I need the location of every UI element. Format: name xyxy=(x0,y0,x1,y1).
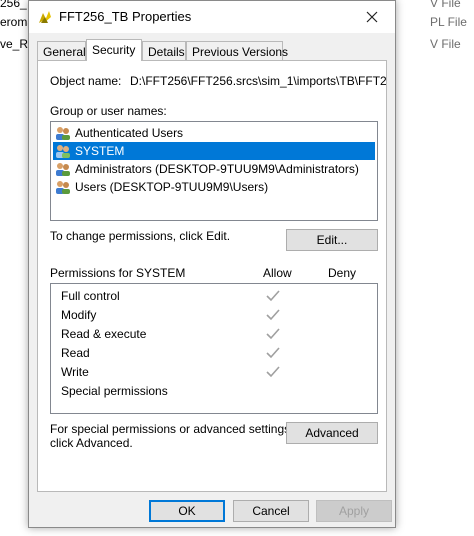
allow-check-icon xyxy=(266,290,280,302)
user-item-users[interactable]: Users (DESKTOP-9TUU9M9\Users) xyxy=(53,178,375,196)
advanced-hint-line-2: click Advanced. xyxy=(50,436,133,450)
properties-dialog: FFT256_TB Properties General Security De… xyxy=(28,0,396,528)
permissions-for-label: Permissions for SYSTEM xyxy=(50,266,186,280)
user-group-icon xyxy=(56,181,70,194)
background-file-name[interactable]: 256_ xyxy=(0,0,27,10)
deny-header: Deny xyxy=(328,266,357,280)
tab-general[interactable]: General xyxy=(37,41,86,60)
permission-row: Special permissions xyxy=(51,382,377,401)
allow-check-icon xyxy=(266,366,280,378)
user-list[interactable]: Authenticated Users SYSTEM Administrator… xyxy=(50,121,378,221)
user-item-system[interactable]: SYSTEM xyxy=(53,142,375,160)
background-file-type: V File xyxy=(430,0,461,10)
title-bar[interactable]: FFT256_TB Properties xyxy=(29,1,395,33)
permission-name: Modify xyxy=(61,308,97,322)
vivado-file-icon xyxy=(39,11,51,23)
allow-header: Allow xyxy=(263,266,292,280)
user-name: Authenticated Users xyxy=(75,126,184,140)
user-name: Users (DESKTOP-9TUU9M9\Users) xyxy=(75,180,269,194)
allow-check-icon xyxy=(266,328,280,340)
object-name-value: D:\FFT256\FFT256.srcs\sim_1\imports\TB\F… xyxy=(130,74,386,88)
permission-row: Read xyxy=(51,344,377,363)
advanced-button[interactable]: Advanced xyxy=(286,422,378,444)
tab-security[interactable]: Security xyxy=(86,39,142,61)
tab-details[interactable]: Details xyxy=(142,41,186,60)
allow-check-icon xyxy=(266,347,280,359)
user-item-authenticated-users[interactable]: Authenticated Users xyxy=(53,124,375,142)
object-name-label: Object name: xyxy=(50,74,122,88)
user-name: Administrators (DESKTOP-9TUU9M9\Administ… xyxy=(75,162,359,176)
edit-button[interactable]: Edit... xyxy=(286,229,378,251)
user-group-icon xyxy=(56,127,70,140)
user-name: SYSTEM xyxy=(75,144,125,158)
background-file-type: PL File xyxy=(430,15,467,29)
dialog-title: FFT256_TB Properties xyxy=(59,9,192,24)
tab-previous-versions[interactable]: Previous Versions xyxy=(186,41,288,60)
security-panel: Object name: D:\FFT256\FFT256.srcs\sim_1… xyxy=(37,60,387,492)
permissions-list: Full control Modify Read & execute Read … xyxy=(50,283,378,414)
user-group-icon xyxy=(56,163,70,176)
close-icon xyxy=(366,11,378,23)
ok-button[interactable]: OK xyxy=(149,500,225,522)
permission-row: Modify xyxy=(51,306,377,325)
advanced-hint-line-1: For special permissions or advanced sett… xyxy=(50,422,294,436)
apply-button[interactable]: Apply xyxy=(316,500,392,522)
permission-row: Write xyxy=(51,363,377,382)
permission-name: Write xyxy=(61,365,89,379)
permission-name: Special permissions xyxy=(61,384,168,398)
allow-check-icon xyxy=(266,309,280,321)
permission-row: Full control xyxy=(51,287,377,306)
group-label: Group or user names: xyxy=(50,104,167,118)
user-item-administrators[interactable]: Administrators (DESKTOP-9TUU9M9\Administ… xyxy=(53,160,375,178)
permission-name: Full control xyxy=(61,289,120,303)
permission-name: Read & execute xyxy=(61,327,147,341)
close-button[interactable] xyxy=(349,1,395,33)
permission-name: Read xyxy=(61,346,90,360)
change-permissions-text: To change permissions, click Edit. xyxy=(50,229,231,243)
background-file-type: V File xyxy=(430,37,461,51)
permission-row: Read & execute xyxy=(51,325,377,344)
user-group-icon xyxy=(56,145,70,158)
cancel-button[interactable]: Cancel xyxy=(233,500,309,522)
